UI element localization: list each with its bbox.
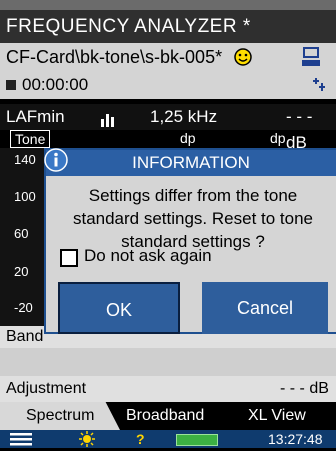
dialog-message-line: Settings differ from the tone [88, 186, 298, 205]
file-path-bar[interactable]: CF-Card\bk-tone\s-bk-005* [0, 43, 336, 71]
do-not-ask-checkbox[interactable] [60, 249, 78, 267]
adjustment-value: - - - dB [280, 380, 329, 397]
adjustment-label: Adjustment [6, 380, 87, 397]
tone-value: dp [270, 130, 286, 146]
axis-tick: 140 [14, 152, 36, 167]
window-title: FREQUENCY ANALYZER * [0, 10, 336, 43]
adjustment-row[interactable]: Adjustment - - - dB [0, 376, 336, 402]
dialog-message: Settings differ from the tone standard s… [52, 184, 334, 253]
axis-tick: -20 [14, 300, 33, 315]
file-path: CF-Card\bk-tone\s-bk-005* [6, 47, 223, 67]
ok-button[interactable]: OK [58, 282, 180, 334]
clock-time: 13:27:48 [268, 431, 323, 447]
tone-label[interactable]: Tone [10, 130, 51, 148]
tab-xl-view[interactable]: XL View [248, 402, 336, 430]
connection-icon [310, 75, 330, 104]
axis-tick: 60 [14, 226, 29, 241]
cancel-button[interactable]: Cancel [202, 282, 328, 334]
tab-broadband[interactable]: Broadband [126, 402, 236, 430]
timer-bar: 00:00:00 [0, 71, 336, 99]
info-icon [44, 148, 68, 174]
dialog-title: INFORMATION [132, 153, 250, 172]
help-icon[interactable]: ? [136, 430, 145, 448]
measurement-frequency: 1,25 kHz [150, 107, 218, 126]
checkbox-label: Do not ask again [84, 246, 212, 265]
elapsed-time: 00:00:00 [22, 75, 89, 94]
divider-area [0, 348, 336, 376]
axis-tick: 20 [14, 264, 29, 279]
tone-value: dp [180, 130, 196, 146]
status-bar: ? 13:27:48 [0, 430, 336, 448]
dialog-message-line: standard settings. Reset to tone [72, 209, 314, 228]
measurement-parameter: LAFmin [6, 107, 65, 126]
view-tabs: Spectrum Broadband XL View [0, 402, 336, 430]
axis-tick: 100 [14, 189, 36, 204]
brightness-icon[interactable] [78, 431, 96, 451]
menu-icon[interactable] [10, 432, 32, 450]
measurement-row[interactable]: LAFmin 1,25 kHz - - - dB [0, 104, 336, 152]
stop-icon [6, 80, 16, 90]
information-dialog: INFORMATION Settings differ from the ton… [44, 148, 336, 334]
tab-spectrum[interactable]: Spectrum [0, 402, 120, 430]
battery-icon [176, 434, 218, 446]
dialog-title-bar: INFORMATION [46, 150, 336, 176]
tone-row: Tone dp dp [0, 130, 336, 148]
system-bar [0, 0, 336, 10]
band-label: Band [6, 328, 44, 345]
